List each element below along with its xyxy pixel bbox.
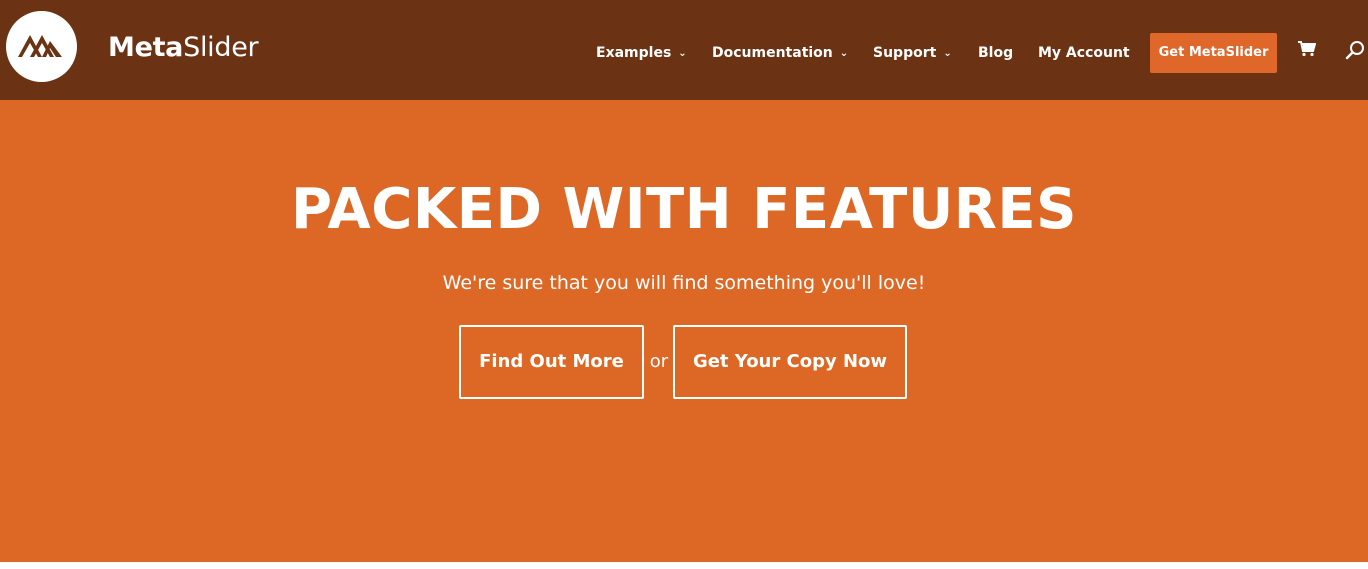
page-divider	[0, 562, 1368, 569]
chevron-down-icon: ⌄	[839, 48, 849, 59]
chevron-down-icon: ⌄	[943, 48, 952, 59]
brand-bold: Meta	[108, 32, 184, 63]
nav-item-label: Support	[873, 45, 937, 61]
hero-title: PACKED WITH FEATURES	[290, 177, 1077, 242]
get-your-copy-now-button[interactable]: Get Your Copy Now	[673, 325, 907, 399]
nav-item-label: Examples	[596, 45, 672, 61]
site-header: MetaSlider Examples ⌄ Documentation ⌄ Supp…	[0, 0, 1368, 100]
nav-item-my-account[interactable]: My Account	[1038, 43, 1130, 63]
find-out-more-button[interactable]: Find Out More	[459, 325, 644, 399]
chevron-down-icon: ⌄	[678, 48, 687, 59]
metaslider-logo-icon[interactable]	[6, 11, 77, 82]
cart-icon[interactable]	[1298, 41, 1317, 57]
nav-item-label: Documentation	[712, 45, 833, 61]
or-separator: or	[649, 351, 669, 372]
nav-item-blog[interactable]: Blog	[978, 43, 1013, 63]
get-metaslider-button[interactable]: Get MetaSlider	[1150, 33, 1277, 73]
nav-item-support[interactable]: Support ⌄	[873, 43, 952, 63]
nav-item-label: My Account	[1038, 45, 1130, 61]
search-icon[interactable]	[1345, 40, 1365, 60]
brand-light: Slider	[183, 32, 259, 63]
nav-item-label: Blog	[978, 45, 1014, 61]
nav-item-examples[interactable]: Examples ⌄	[596, 43, 687, 63]
brand-name[interactable]: MetaSlider	[108, 30, 259, 66]
hero-subtitle: We're sure that you will find something …	[442, 272, 926, 294]
hero-section: PACKED WITH FEATURES We're sure that you…	[0, 100, 1368, 562]
nav-item-documentation[interactable]: Documentation ⌄	[712, 43, 848, 63]
